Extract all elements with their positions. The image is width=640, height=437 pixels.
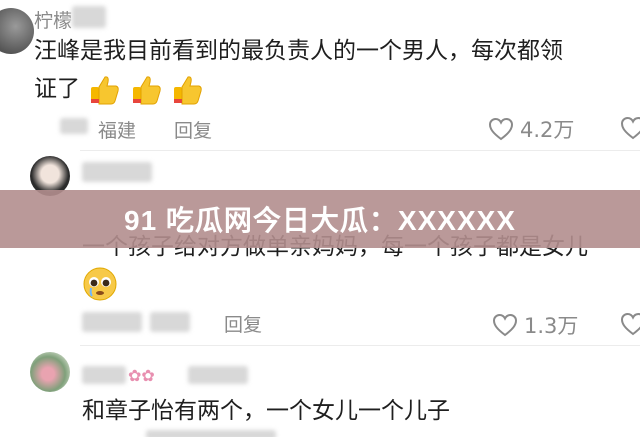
- thumbs-up-icon: [87, 75, 204, 104]
- avatar[interactable]: [30, 352, 70, 392]
- divider: [80, 150, 640, 151]
- comment-text-line1: 汪峰是我目前看到的最负责人的一个男人，每次都领: [34, 38, 563, 64]
- comment-text-line2-content: 证了: [34, 76, 80, 102]
- meta-mask: [146, 430, 276, 437]
- pleading-face-icon: [82, 266, 118, 306]
- heart-icon[interactable]: [620, 312, 640, 336]
- like-button[interactable]: 4.2万: [488, 114, 574, 144]
- username[interactable]: 柠檬: [34, 6, 72, 33]
- time-mask: [60, 118, 88, 134]
- heart-icon: [492, 313, 518, 337]
- reply-button[interactable]: 回复: [174, 116, 212, 143]
- username-mask: [188, 366, 248, 384]
- like-count: 4.2万: [520, 118, 575, 142]
- flower-icon: ✿✿: [128, 366, 155, 385]
- banner-title: 91 吃瓜网今日大瓜：XXXXXX: [124, 205, 516, 236]
- title-banner: 91 吃瓜网今日大瓜：XXXXXX: [0, 190, 640, 248]
- comment-text-line2: 证了: [34, 70, 204, 108]
- username-mask: [72, 6, 106, 28]
- comment-text-line1: 和章子怡有两个，一个女儿一个儿子: [82, 398, 450, 424]
- heart-icon[interactable]: [620, 116, 640, 140]
- reply-button[interactable]: 回复: [224, 310, 262, 337]
- username-mask: [82, 366, 126, 384]
- heart-icon: [488, 117, 514, 141]
- location-mask: [150, 312, 190, 332]
- avatar[interactable]: [0, 8, 34, 54]
- time-mask: [82, 312, 142, 332]
- location-label: 福建: [98, 120, 137, 142]
- like-button[interactable]: 1.3万: [492, 310, 578, 340]
- username-mask: [82, 162, 152, 182]
- divider: [80, 345, 640, 346]
- like-count: 1.3万: [524, 314, 579, 338]
